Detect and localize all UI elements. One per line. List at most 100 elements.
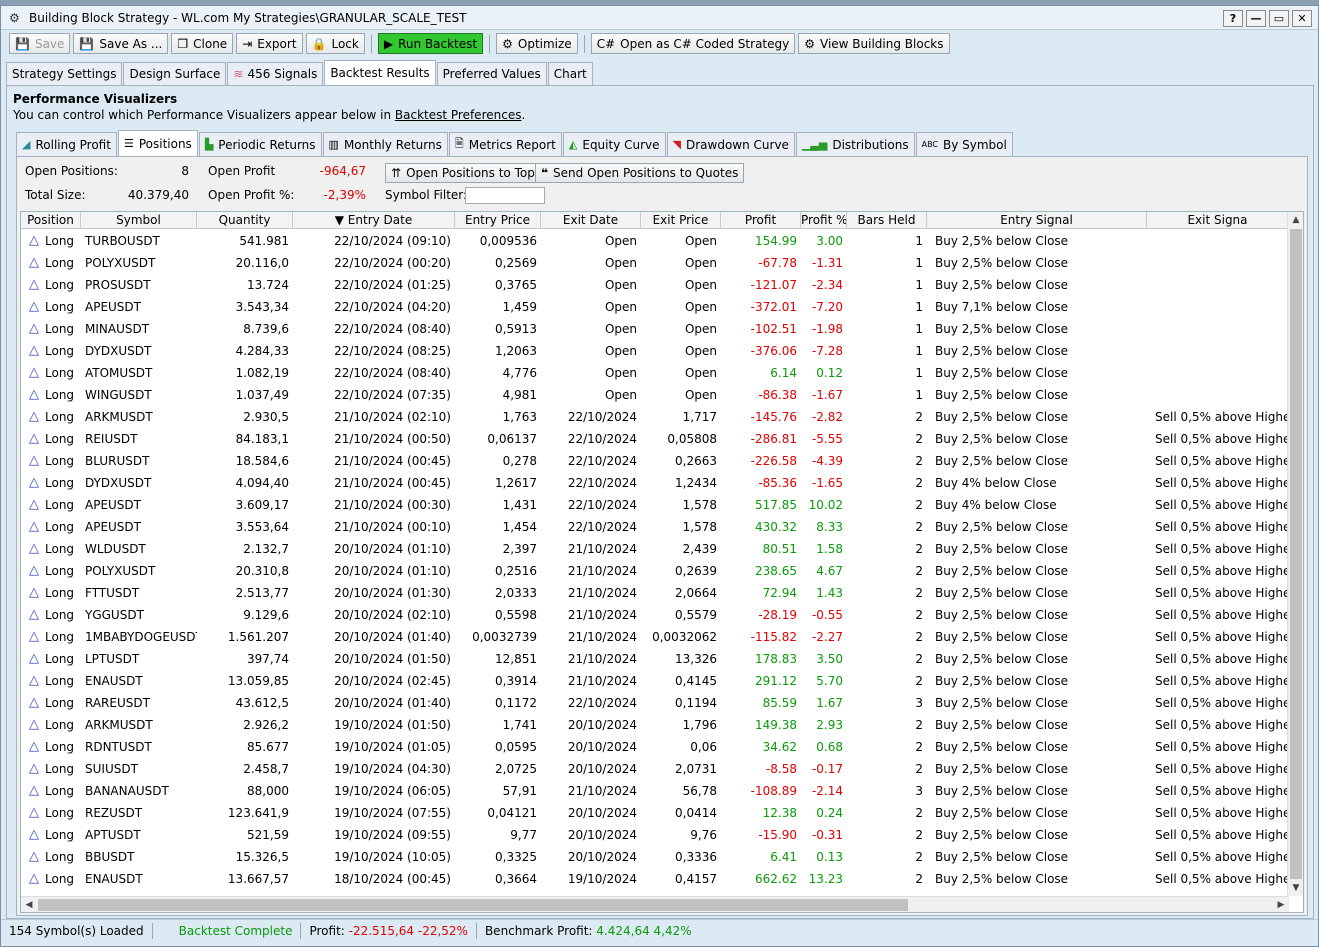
- cell-bars-held: 2: [915, 608, 923, 622]
- scroll-right-icon[interactable]: ▶: [1273, 897, 1289, 912]
- column-header-symbol[interactable]: Symbol: [81, 212, 197, 229]
- table-row[interactable]: △ Long ENAUSDT 13.059,85 20/10/2024 (02:45) 0…: [21, 670, 1289, 692]
- column-header-entry-signal[interactable]: Entry Signal: [927, 212, 1147, 229]
- tab-drawdown-curve[interactable]: ◥ Drawdown Curve: [666, 132, 795, 156]
- table-row[interactable]: △ Long BLURUSDT 18.584,6 21/10/2024 (00:45) 0…: [21, 450, 1289, 472]
- save-button[interactable]: 💾 Save: [9, 33, 71, 54]
- table-row[interactable]: △ Long APEUSDT 3.609,17 21/10/2024 (00:30) 1,…: [21, 494, 1289, 516]
- open-csharp-button[interactable]: C# Open as C# Coded Strategy: [590, 33, 796, 54]
- table-row[interactable]: △ Long BBUSDT 15.326,5 19/10/2024 (10:05) 0,3…: [21, 846, 1289, 868]
- table-row[interactable]: △ Long FTTUSDT 2.513,77 20/10/2024 (01:30) 2,…: [21, 582, 1289, 604]
- tab-chart[interactable]: Chart: [547, 62, 593, 85]
- tab-signals[interactable]: ≋ 456 Signals: [227, 62, 324, 85]
- table-row[interactable]: △ Long APEUSDT 3.553,64 21/10/2024 (00:10) 1,…: [21, 516, 1289, 538]
- tab-strategy-settings[interactable]: Strategy Settings: [6, 62, 123, 85]
- position-type: Long: [45, 278, 75, 292]
- view-building-blocks-button[interactable]: ⚙ View Building Blocks: [798, 33, 950, 54]
- table-row[interactable]: △ Long 1MBABYDOGEUSDT 1.561.207 20/10/2024 (…: [21, 626, 1289, 648]
- table-row[interactable]: △ Long SUIUSDT 2.458,7 19/10/2024 (04:30) 2,0…: [21, 758, 1289, 780]
- maximize-button[interactable]: ▭: [1269, 10, 1289, 27]
- help-button[interactable]: ?: [1223, 10, 1243, 27]
- positions-visualizer: Open Positions: 8 Total Size: 40.379,40 …: [16, 156, 1308, 916]
- column-header-exit-price[interactable]: Exit Price: [641, 212, 721, 229]
- cell-exit-signal: Sell 0,5% above Highest(Clo: [1155, 806, 1289, 820]
- table-row[interactable]: △ Long TURBOUSDT 541.981 22/10/2024 (09:10) 0…: [21, 230, 1289, 252]
- tab-metrics-report[interactable]: 🗎 Metrics Report: [448, 132, 562, 156]
- column-header-bars-held[interactable]: Bars Held: [847, 212, 927, 229]
- minimize-button[interactable]: —: [1246, 10, 1266, 27]
- vertical-scrollbar[interactable]: ▲ ▼: [1287, 212, 1303, 896]
- column-header-position[interactable]: Position: [21, 212, 81, 229]
- table-row[interactable]: △ Long REIUSDT 84.183,1 21/10/2024 (00:50) 0,…: [21, 428, 1289, 450]
- table-row[interactable]: △ Long PROSUSDT 13.724 22/10/2024 (01:25) 0,3…: [21, 274, 1289, 296]
- cell-exit-price: 1,796: [682, 718, 717, 732]
- backtest-preferences-link[interactable]: Backtest Preferences: [395, 108, 522, 122]
- tab-rolling-profit[interactable]: ◢ Rolling Profit: [16, 132, 117, 156]
- tab-equity-curve[interactable]: ◭ Equity Curve: [562, 132, 666, 156]
- long-position-icon: △: [29, 432, 39, 446]
- cell-entry-date: 20/10/2024 (01:50): [334, 652, 451, 666]
- table-row[interactable]: △ Long ARKMUSDT 2.926,2 19/10/2024 (01:50) 1,…: [21, 714, 1289, 736]
- lock-button[interactable]: 🔒 Lock: [305, 33, 365, 54]
- tab-monthly-returns[interactable]: ▥ Monthly Returns: [322, 132, 448, 156]
- table-row[interactable]: △ Long YGGUSDT 9.129,6 20/10/2024 (02:10) 0,5…: [21, 604, 1289, 626]
- column-header-quantity[interactable]: Quantity: [197, 212, 293, 229]
- table-row[interactable]: △ Long DYDXUSDT 4.284,33 22/10/2024 (08:25) 1…: [21, 340, 1289, 362]
- tab-backtest-results[interactable]: Backtest Results: [324, 60, 436, 85]
- cell-exit-price: 0,0032062: [652, 630, 717, 644]
- tab-positions[interactable]: ☰ Positions: [117, 130, 198, 156]
- cell-entry-date: 21/10/2024 (00:45): [334, 454, 451, 468]
- tab-periodic-returns[interactable]: ▙ Periodic Returns: [198, 132, 322, 156]
- tab-distributions[interactable]: ▁▃▅ Distributions: [795, 132, 915, 156]
- symbol-filter-input[interactable]: [465, 187, 545, 204]
- table-row[interactable]: △ Long MINAUSDT 8.739,6 22/10/2024 (08:40) 0,…: [21, 318, 1289, 340]
- scroll-up-icon[interactable]: ▲: [1288, 212, 1303, 228]
- cell-exit-date: 22/10/2024: [567, 454, 637, 468]
- cell-exit-price: Open: [684, 388, 717, 402]
- table-row[interactable]: △ Long ATOMUSDT 1.082,19 22/10/2024 (08:40) 4…: [21, 362, 1289, 384]
- open-positions-to-top-button[interactable]: ⇈ Open Positions to Top: [385, 163, 541, 183]
- table-row[interactable]: △ Long ENAUSDT 13.667,57 18/10/2024 (00:45) 0…: [21, 868, 1289, 890]
- column-header-entry-date[interactable]: ▼ Entry Date: [293, 212, 455, 229]
- table-row[interactable]: △ Long APTUSDT 521,59 19/10/2024 (09:55) 9,77…: [21, 824, 1289, 846]
- export-button[interactable]: ⇥ Export: [236, 33, 303, 54]
- scroll-down-icon[interactable]: ▼: [1288, 880, 1303, 896]
- table-row[interactable]: △ Long APEUSDT 3.543,34 22/10/2024 (04:20) 1,…: [21, 296, 1289, 318]
- column-header-exit-date[interactable]: Exit Date: [541, 212, 641, 229]
- send-to-quotes-button[interactable]: ❝ Send Open Positions to Quotes: [535, 163, 745, 183]
- table-row[interactable]: △ Long REZUSDT 123.641,9 19/10/2024 (07:55) 0…: [21, 802, 1289, 824]
- table-row[interactable]: △ Long RDNTUSDT 85.677 19/10/2024 (01:05) 0,0…: [21, 736, 1289, 758]
- column-header-exit-signal[interactable]: Exit Signa: [1147, 212, 1289, 229]
- table-row[interactable]: △ Long WINGUSDT 1.037,49 22/10/2024 (07:35) 4…: [21, 384, 1289, 406]
- tab-label: Chart: [553, 67, 587, 81]
- table-row[interactable]: △ Long RAREUSDT 43.612,5 20/10/2024 (01:40) 0…: [21, 692, 1289, 714]
- cell-exit-date: 20/10/2024: [567, 806, 637, 820]
- cell-bars-held: 2: [915, 630, 923, 644]
- optimize-button[interactable]: ⚙ Optimize: [496, 33, 578, 54]
- cell-profit: 34.62: [762, 740, 797, 754]
- horizontal-scrollbar[interactable]: ◀ ▶: [21, 896, 1289, 912]
- column-header-profit-pct[interactable]: Profit %: [801, 212, 847, 229]
- table-row[interactable]: △ Long LPTUSDT 397,74 20/10/2024 (01:50) 12,8…: [21, 648, 1289, 670]
- tab-by-symbol[interactable]: ABC By Symbol: [915, 132, 1013, 156]
- table-row[interactable]: △ Long ARKMUSDT 2.930,5 21/10/2024 (02:10) 1,…: [21, 406, 1289, 428]
- table-row[interactable]: △ Long POLYXUSDT 20.310,8 20/10/2024 (01:10)…: [21, 560, 1289, 582]
- cell-exit-price: 0,4145: [675, 674, 717, 688]
- close-button[interactable]: ✕: [1292, 10, 1312, 27]
- table-row[interactable]: △ Long BANANAUSDT 88,000 19/10/2024 (06:05) 5…: [21, 780, 1289, 802]
- table-row[interactable]: △ Long POLYXUSDT 20.116,0 22/10/2024 (00:20)…: [21, 252, 1289, 274]
- cell-bars-held: 2: [915, 564, 923, 578]
- horizontal-scroll-thumb[interactable]: [38, 899, 908, 911]
- table-row[interactable]: △ Long WLDUSDT 2.132,7 20/10/2024 (01:10) 2,3…: [21, 538, 1289, 560]
- cell-exit-price: Open: [684, 322, 717, 336]
- vertical-scroll-thumb[interactable]: [1290, 229, 1302, 879]
- clone-button[interactable]: ❐ Clone: [171, 33, 234, 54]
- column-header-entry-price[interactable]: Entry Price: [455, 212, 541, 229]
- scroll-left-icon[interactable]: ◀: [21, 897, 37, 912]
- tab-design-surface[interactable]: Design Surface: [123, 62, 227, 85]
- tab-preferred-values[interactable]: Preferred Values: [436, 62, 547, 85]
- save-as-button[interactable]: 💾 Save As ...: [73, 33, 169, 54]
- column-header-profit[interactable]: Profit: [721, 212, 801, 229]
- run-backtest-button[interactable]: ▶ Run Backtest: [377, 33, 484, 54]
- table-row[interactable]: △ Long DYDXUSDT 4.094,40 21/10/2024 (00:45) 1…: [21, 472, 1289, 494]
